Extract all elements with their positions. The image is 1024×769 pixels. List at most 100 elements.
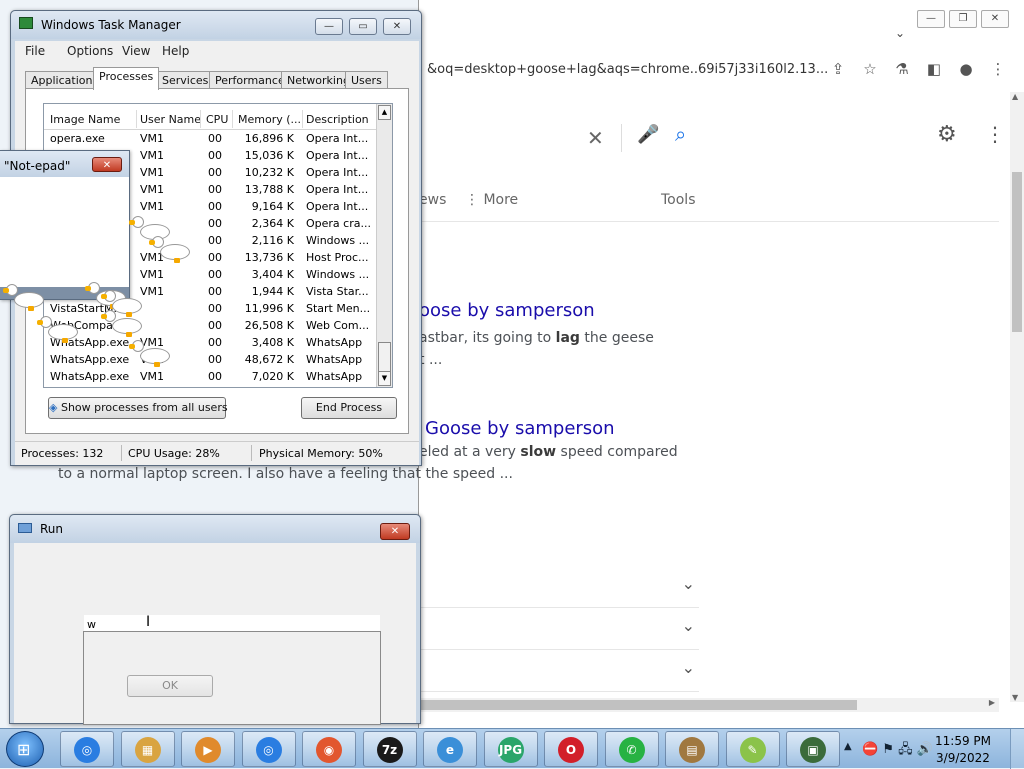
chevron-down-icon[interactable]: ⌄ — [682, 616, 695, 635]
tray-icons[interactable]: ⛔ ⚑ 🖧 🔊 — [862, 740, 933, 762]
taskbar-item-media[interactable]: ▶ — [181, 731, 235, 767]
faq-row[interactable]: ⌄ — [419, 608, 699, 650]
menu-options[interactable]: Options — [67, 44, 113, 58]
faq-row[interactable]: ⌄ — [419, 650, 699, 692]
cell-description: Windows ... — [306, 268, 370, 281]
close-button[interactable]: ✕ — [383, 18, 411, 35]
tab-services[interactable]: Services — [156, 71, 215, 89]
notepad-titlebar[interactable]: "Not-epad" ✕ — [0, 151, 129, 177]
bookmark-star-icon[interactable]: ☆ — [861, 60, 879, 78]
taskbar-item-zip[interactable]: ▤ — [665, 731, 719, 767]
taskbar-item-whatsapp[interactable]: ✆ — [604, 731, 659, 767]
page-vertical-scrollbar[interactable]: ▲ ▼ — [1010, 92, 1024, 702]
tab-users[interactable]: Users — [345, 71, 388, 89]
process-list-scrollbar[interactable]: ▲ ▼ — [376, 104, 392, 387]
column-description[interactable]: Description — [306, 113, 369, 126]
result-snippet-2: eled at a very slow speed compared — [419, 444, 678, 460]
column-user-name[interactable]: User Name — [140, 113, 201, 126]
clock-time[interactable]: 11:59 PM — [928, 734, 998, 748]
extensions-icon[interactable]: ⚗ — [893, 60, 911, 78]
taskbar-item-task-manager[interactable]: ▣ — [786, 731, 840, 767]
profile-avatar-icon[interactable]: ● — [957, 60, 975, 78]
tab-processes[interactable]: Processes — [93, 67, 160, 90]
share-icon[interactable]: ⇪ — [829, 60, 847, 78]
scroll-down-icon[interactable]: ▼ — [378, 371, 391, 386]
scroll-up-icon[interactable]: ▲ — [378, 105, 391, 120]
scrollbar-thumb[interactable] — [1012, 172, 1022, 332]
taskbar-item-firefox[interactable]: ◉ — [302, 731, 356, 767]
tab-search-chevron-down-icon[interactable]: ⌄ — [895, 26, 905, 40]
minimize-button[interactable]: — — [315, 18, 343, 35]
chrome-menu-icon[interactable]: ⋮ — [989, 60, 1007, 78]
scroll-right-icon[interactable]: ▶ — [989, 698, 995, 707]
media-icon: ▶ — [195, 737, 221, 763]
7z-icon: 7z — [376, 737, 403, 763]
close-button[interactable]: ✕ — [380, 523, 410, 540]
side-panel-icon[interactable]: ◧ — [925, 60, 943, 78]
table-row[interactable]: WhatsApp.exe VM1 00 7,020 K WhatsApp — [44, 368, 378, 385]
chevron-down-icon[interactable]: ⌄ — [682, 658, 695, 677]
table-row[interactable]: WhatsApp.exeVM10048,672 KWhatsApp — [44, 351, 378, 368]
ok-button[interactable]: OK — [127, 675, 213, 697]
column-image-name[interactable]: Image Name — [50, 113, 120, 126]
faq-row[interactable]: ⌄ — [419, 566, 699, 608]
tab-tools[interactable]: Tools — [661, 192, 696, 208]
scroll-down-icon[interactable]: ▼ — [1012, 693, 1018, 702]
google-apps-icon[interactable]: ⋮ — [985, 122, 1005, 146]
table-row[interactable]: WebCompani... 00 26,508 K Web Com... — [44, 317, 378, 334]
scrollbar-thumb[interactable] — [378, 342, 391, 372]
result-title-1[interactable]: oose by samperson — [419, 300, 595, 321]
column-memory[interactable]: Memory (... — [238, 113, 301, 126]
chrome-maximize-button[interactable]: ❐ — [949, 10, 977, 28]
goose-icon — [129, 340, 174, 367]
chrome-close-button[interactable]: ✕ — [981, 10, 1009, 28]
column-cpu[interactable]: CPU — [206, 113, 228, 126]
notepad-close-button[interactable]: ✕ — [92, 157, 122, 172]
column-divider — [302, 110, 303, 128]
table-row[interactable]: WhatsApp.exe VM1 00 3,408 K WhatsApp — [44, 334, 378, 351]
taskbar-item-explorer[interactable]: ▦ — [120, 731, 175, 767]
url-text[interactable]: &oq=desktop+goose+lag&aqs=chrome..69i57j… — [427, 62, 828, 77]
cell-memory: 11,996 K — [244, 302, 294, 315]
scroll-up-icon[interactable]: ▲ — [1012, 92, 1018, 101]
gear-icon[interactable]: ⚙ — [937, 122, 957, 147]
show-desktop-button[interactable] — [1010, 729, 1024, 769]
end-process-button[interactable]: End Process — [301, 397, 397, 419]
page-horizontal-scrollbar[interactable]: ▶ — [419, 698, 999, 712]
status-divider — [121, 445, 122, 461]
show-hidden-icons-icon[interactable]: ▲ — [844, 741, 852, 752]
cell-memory: 1,944 K — [251, 285, 294, 298]
tab-news[interactable]: ews — [419, 192, 446, 208]
microphone-icon[interactable]: 🎤 — [637, 124, 659, 145]
show-processes-all-users-button[interactable]: ◈ Show processes from all users — [48, 397, 228, 419]
run-titlebar[interactable]: Run ✕ — [10, 515, 420, 543]
tab-performance[interactable]: Performance — [209, 71, 291, 89]
tab-more[interactable]: ⋮ More — [465, 192, 518, 208]
clock-date[interactable]: 3/9/2022 — [928, 751, 998, 765]
taskbar-item-ie[interactable]: e — [423, 731, 477, 767]
cell-user-name: VM1 — [140, 183, 165, 196]
taskbar-item-opera[interactable]: O — [544, 731, 598, 767]
taskbar-item-chrome[interactable]: ◎ — [241, 731, 296, 767]
chrome-icon: ◎ — [255, 737, 282, 763]
taskbar-item-chrome[interactable]: ◎ — [60, 731, 114, 767]
search-icon[interactable]: ⌕ — [675, 122, 686, 146]
scrollbar-thumb[interactable] — [421, 700, 857, 710]
chevron-down-icon[interactable]: ⌄ — [682, 574, 695, 593]
cell-cpu: 00 — [208, 166, 222, 179]
taskbar-item-7z[interactable]: 7z — [362, 731, 417, 767]
taskbar-item-goose[interactable]: ✎ — [725, 731, 780, 767]
taskbar-item-jpg[interactable]: JPG — [483, 731, 538, 767]
menu-view[interactable]: View — [122, 44, 150, 58]
table-row[interactable]: opera.exe VM1 00 16,896 K Opera Int... — [44, 130, 378, 147]
chrome-minimize-button[interactable]: — — [917, 10, 945, 28]
task-manager-titlebar[interactable]: Windows Task Manager — ▭ ✕ — [11, 11, 421, 39]
menu-file[interactable]: File — [25, 44, 45, 58]
maximize-button[interactable]: ▭ — [349, 18, 377, 35]
start-button[interactable]: ⊞ — [6, 731, 44, 767]
cell-memory: 15,036 K — [244, 149, 294, 162]
address-bar[interactable]: &oq=desktop+goose+lag&aqs=chrome..69i57j… — [419, 52, 1024, 92]
clear-search-icon[interactable]: ✕ — [587, 126, 604, 150]
result-title-2[interactable]: Goose by samperson — [425, 418, 615, 439]
menu-help[interactable]: Help — [162, 44, 189, 58]
